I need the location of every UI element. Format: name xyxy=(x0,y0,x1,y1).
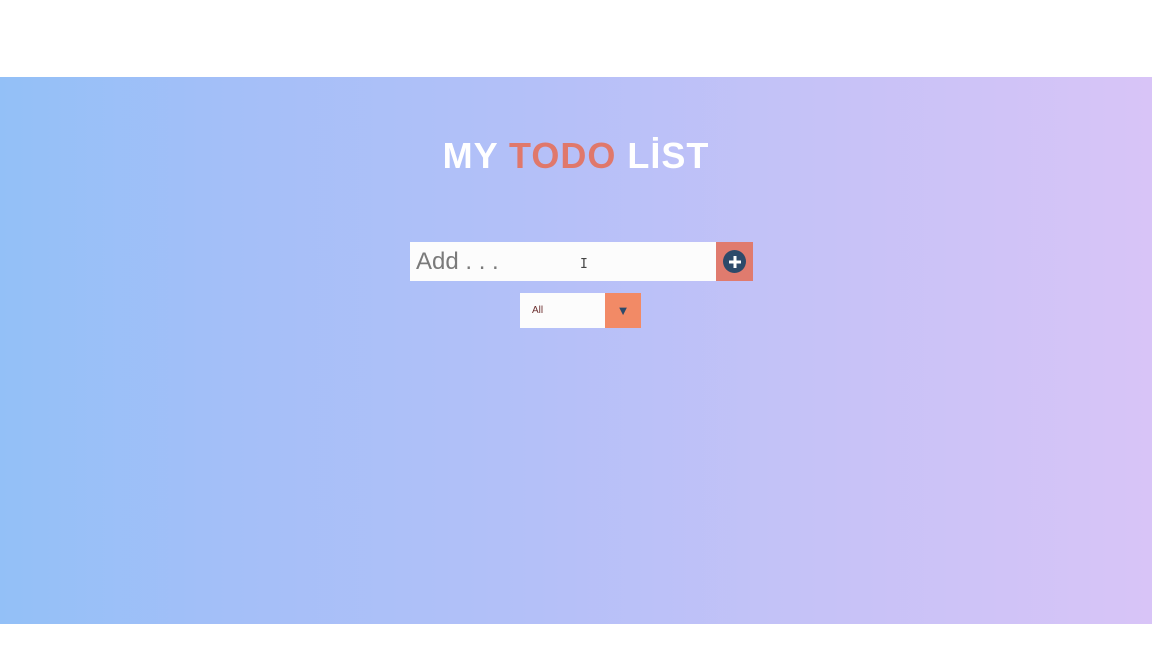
plus-circle-icon xyxy=(723,250,746,273)
top-blank-strip xyxy=(0,0,1152,77)
filter-selected-value[interactable]: All xyxy=(520,293,605,328)
todo-app: MY TODO LİST All ▼ I xyxy=(0,77,1152,624)
todo-input[interactable] xyxy=(410,242,716,281)
title-todo: TODO xyxy=(509,135,617,176)
title-my: MY xyxy=(442,135,509,176)
title-list: LİST xyxy=(616,135,710,176)
text-cursor-icon: I xyxy=(580,257,588,272)
bottom-blank-strip xyxy=(0,624,1152,648)
filter-select[interactable]: All ▼ xyxy=(520,293,641,328)
dropdown-arrow-icon[interactable]: ▼ xyxy=(605,293,641,328)
page-title: MY TODO LİST xyxy=(0,134,1152,178)
add-todo-button[interactable] xyxy=(716,242,753,281)
